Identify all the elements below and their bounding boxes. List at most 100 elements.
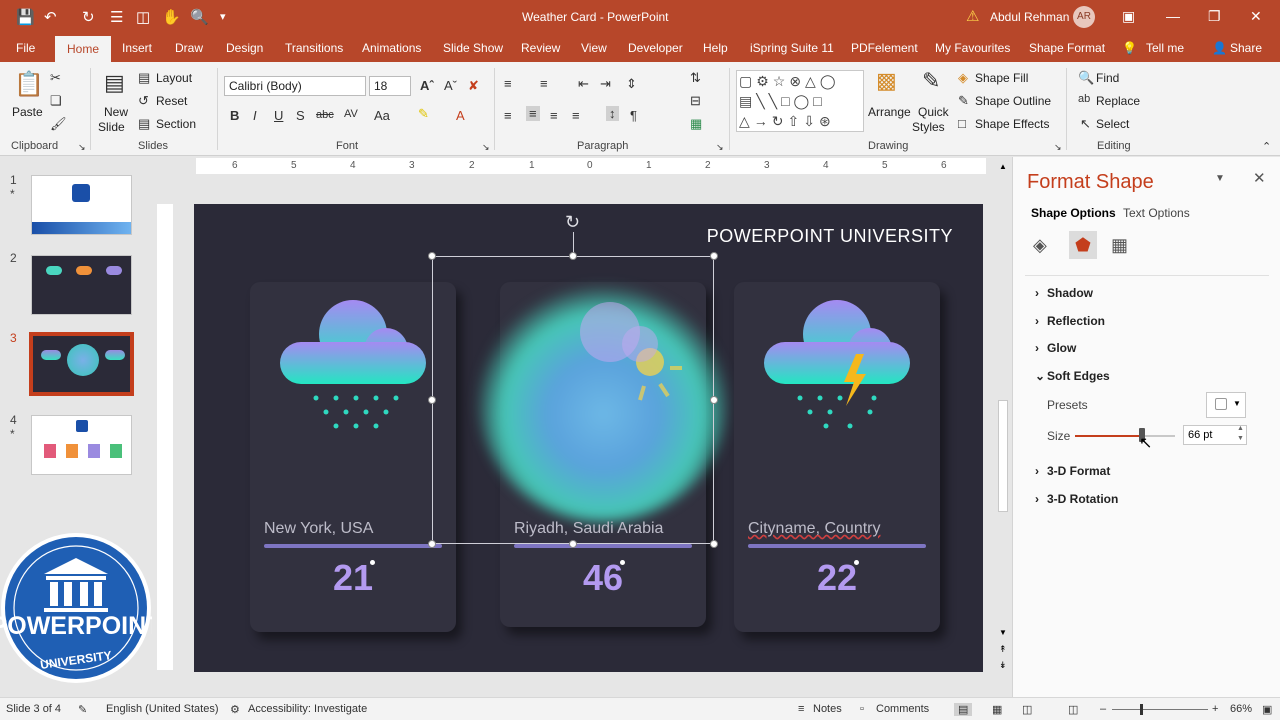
tab-transitions[interactable]: Transitions [285, 41, 343, 55]
accessibility-status[interactable]: Accessibility: Investigate [248, 703, 367, 715]
slide-thumbnail-1[interactable] [31, 175, 132, 235]
font-name-select[interactable]: Calibri (Body) [224, 76, 366, 96]
user-name[interactable]: Abdul Rehman [990, 10, 1069, 24]
tab-animations[interactable]: Animations [362, 41, 421, 55]
shapes-gallery[interactable]: ▢⚙☆⊗△◯ ▤╲╲□◯□ △→↻⇧⇩⊛ [736, 70, 864, 132]
section-toggle-icon[interactable]: › [1035, 314, 1039, 328]
language-indicator[interactable]: English (United States) [106, 703, 219, 715]
selection-box[interactable] [432, 256, 714, 544]
comments-button[interactable]: Comments [876, 703, 929, 715]
weather-card-1[interactable]: New York, USA 21 [250, 282, 456, 632]
section-expanded-icon[interactable]: ⌄ [1035, 369, 1045, 383]
tab-review[interactable]: Review [521, 41, 560, 55]
card-city-1[interactable]: New York, USA [264, 520, 373, 538]
scroll-down-icon[interactable]: ▼ [999, 628, 1007, 637]
card-temp-2[interactable]: 46 [500, 557, 706, 599]
pane-close-icon[interactable]: ✕ [1253, 169, 1266, 187]
decrease-font-icon[interactable]: Aˇ [444, 78, 457, 93]
paragraph-mark-icon[interactable]: ¶ [630, 108, 637, 123]
reset-button[interactable]: Reset [156, 94, 187, 108]
shape-effects-button[interactable]: Shape Effects [975, 117, 1050, 131]
tab-help[interactable]: Help [703, 41, 728, 55]
change-case-icon[interactable]: Aa [374, 108, 390, 123]
new-slide-button[interactable]: New [104, 105, 128, 119]
increase-indent-icon[interactable]: ⇥ [600, 76, 611, 92]
tab-shape-format[interactable]: Shape Format [1029, 41, 1105, 55]
section-toggle-icon[interactable]: › [1035, 286, 1039, 300]
minimize-icon[interactable]: — [1166, 8, 1180, 24]
section-toggle-icon[interactable]: › [1035, 464, 1039, 478]
strikethrough-icon[interactable]: abc [316, 109, 334, 121]
shape-outline-button[interactable]: Shape Outline [975, 94, 1051, 108]
section-button[interactable]: Section [156, 117, 196, 131]
undo-icon[interactable]: ↶ [44, 8, 57, 26]
scroll-thumb[interactable] [998, 400, 1008, 512]
resize-handle-s[interactable] [569, 540, 577, 548]
card-temp-3[interactable]: 22 [734, 557, 940, 599]
next-slide-icon[interactable]: ↡ [999, 660, 1007, 671]
fit-slide-icon[interactable]: ▣ [1262, 703, 1272, 716]
tab-my-favourites[interactable]: My Favourites [935, 41, 1010, 55]
reflection-section[interactable]: Reflection [1047, 314, 1105, 328]
underline-icon[interactable]: U [274, 108, 283, 123]
touch-mode-icon[interactable]: ✋ [162, 8, 181, 26]
line-spacing-icon[interactable]: ⇕ [626, 76, 637, 92]
quick-styles-button[interactable]: Quick [918, 105, 949, 119]
layout-button[interactable]: Layout [156, 71, 192, 85]
tab-view[interactable]: View [581, 41, 607, 55]
normal-view-icon[interactable]: ▤ [954, 703, 973, 716]
replace-button[interactable]: Replace [1096, 94, 1140, 108]
resize-handle-sw[interactable] [428, 540, 436, 548]
fill-line-icon[interactable]: ◈ [1033, 235, 1047, 256]
clipboard-launcher-icon[interactable]: ↘ [78, 142, 86, 153]
share-button[interactable]: Share [1230, 41, 1262, 55]
3d-format-section[interactable]: 3-D Format [1047, 464, 1110, 478]
pane-options-icon[interactable]: ▼ [1215, 173, 1225, 184]
shadow-section[interactable]: Shadow [1047, 286, 1093, 300]
present-icon[interactable]: ◫ [136, 8, 150, 26]
align-center-icon[interactable]: ≡ [526, 106, 540, 121]
effects-icon[interactable]: ⬟ [1069, 231, 1097, 259]
spacing-icon[interactable]: AV [344, 108, 358, 120]
new-slide-icon[interactable]: ▤ [104, 70, 125, 96]
section-toggle-icon[interactable]: › [1035, 341, 1039, 355]
zoom-slider-thumb[interactable] [1140, 704, 1143, 715]
card-city-3[interactable]: Cityname, Country [748, 520, 881, 538]
justify-icon[interactable]: ≡ [572, 108, 580, 123]
paste-button[interactable]: Paste [12, 105, 43, 119]
align-left-icon[interactable]: ≡ [504, 108, 512, 123]
collapse-ribbon-icon[interactable]: ⌃ [1262, 140, 1271, 153]
text-direction-icon[interactable]: ↕ [606, 106, 619, 121]
resize-handle-e[interactable] [710, 396, 718, 404]
vertical-scrollbar[interactable]: ▲ ▼ ↟ ↡ [996, 160, 1010, 680]
rotate-handle-icon[interactable]: ↻ [565, 212, 580, 233]
maximize-icon[interactable]: ❐ [1208, 8, 1221, 25]
ribbon-display-icon[interactable]: ▣ [1122, 8, 1135, 25]
tab-shape-options[interactable]: Shape Options [1031, 206, 1116, 220]
format-painter-icon[interactable]: ☰ [110, 8, 123, 26]
scroll-up-icon[interactable]: ▲ [999, 162, 1007, 171]
notes-button[interactable]: Notes [813, 703, 842, 715]
tab-draw[interactable]: Draw [175, 41, 203, 55]
copy-icon[interactable]: ❏ [50, 93, 62, 109]
tab-pdfelement[interactable]: PDFelement [851, 41, 918, 55]
spin-up-icon[interactable]: ▲ [1237, 425, 1244, 432]
slide-sorter-icon[interactable]: ▦ [992, 703, 1002, 716]
zoom-out-icon[interactable]: – [1100, 703, 1106, 715]
zoom-slider[interactable] [1112, 709, 1208, 710]
shadow-text-icon[interactable]: S [296, 108, 305, 123]
align-right-icon[interactable]: ≡ [550, 108, 558, 123]
resize-handle-w[interactable] [428, 396, 436, 404]
tab-developer[interactable]: Developer [628, 41, 683, 55]
select-button[interactable]: Select [1096, 117, 1129, 131]
zoom-in-icon[interactable]: + [1212, 703, 1218, 715]
glow-section[interactable]: Glow [1047, 341, 1076, 355]
italic-icon[interactable]: I [253, 108, 257, 123]
format-painter-icon[interactable]: 🖌 [50, 116, 67, 132]
card-temp-1[interactable]: 21 [250, 557, 456, 599]
numbering-icon[interactable]: ≡ [540, 76, 548, 91]
resize-handle-nw[interactable] [428, 252, 436, 260]
soft-edges-section[interactable]: Soft Edges [1047, 369, 1110, 383]
shape-fill-button[interactable]: Shape Fill [975, 71, 1028, 85]
tab-slide-show[interactable]: Slide Show [443, 41, 503, 55]
